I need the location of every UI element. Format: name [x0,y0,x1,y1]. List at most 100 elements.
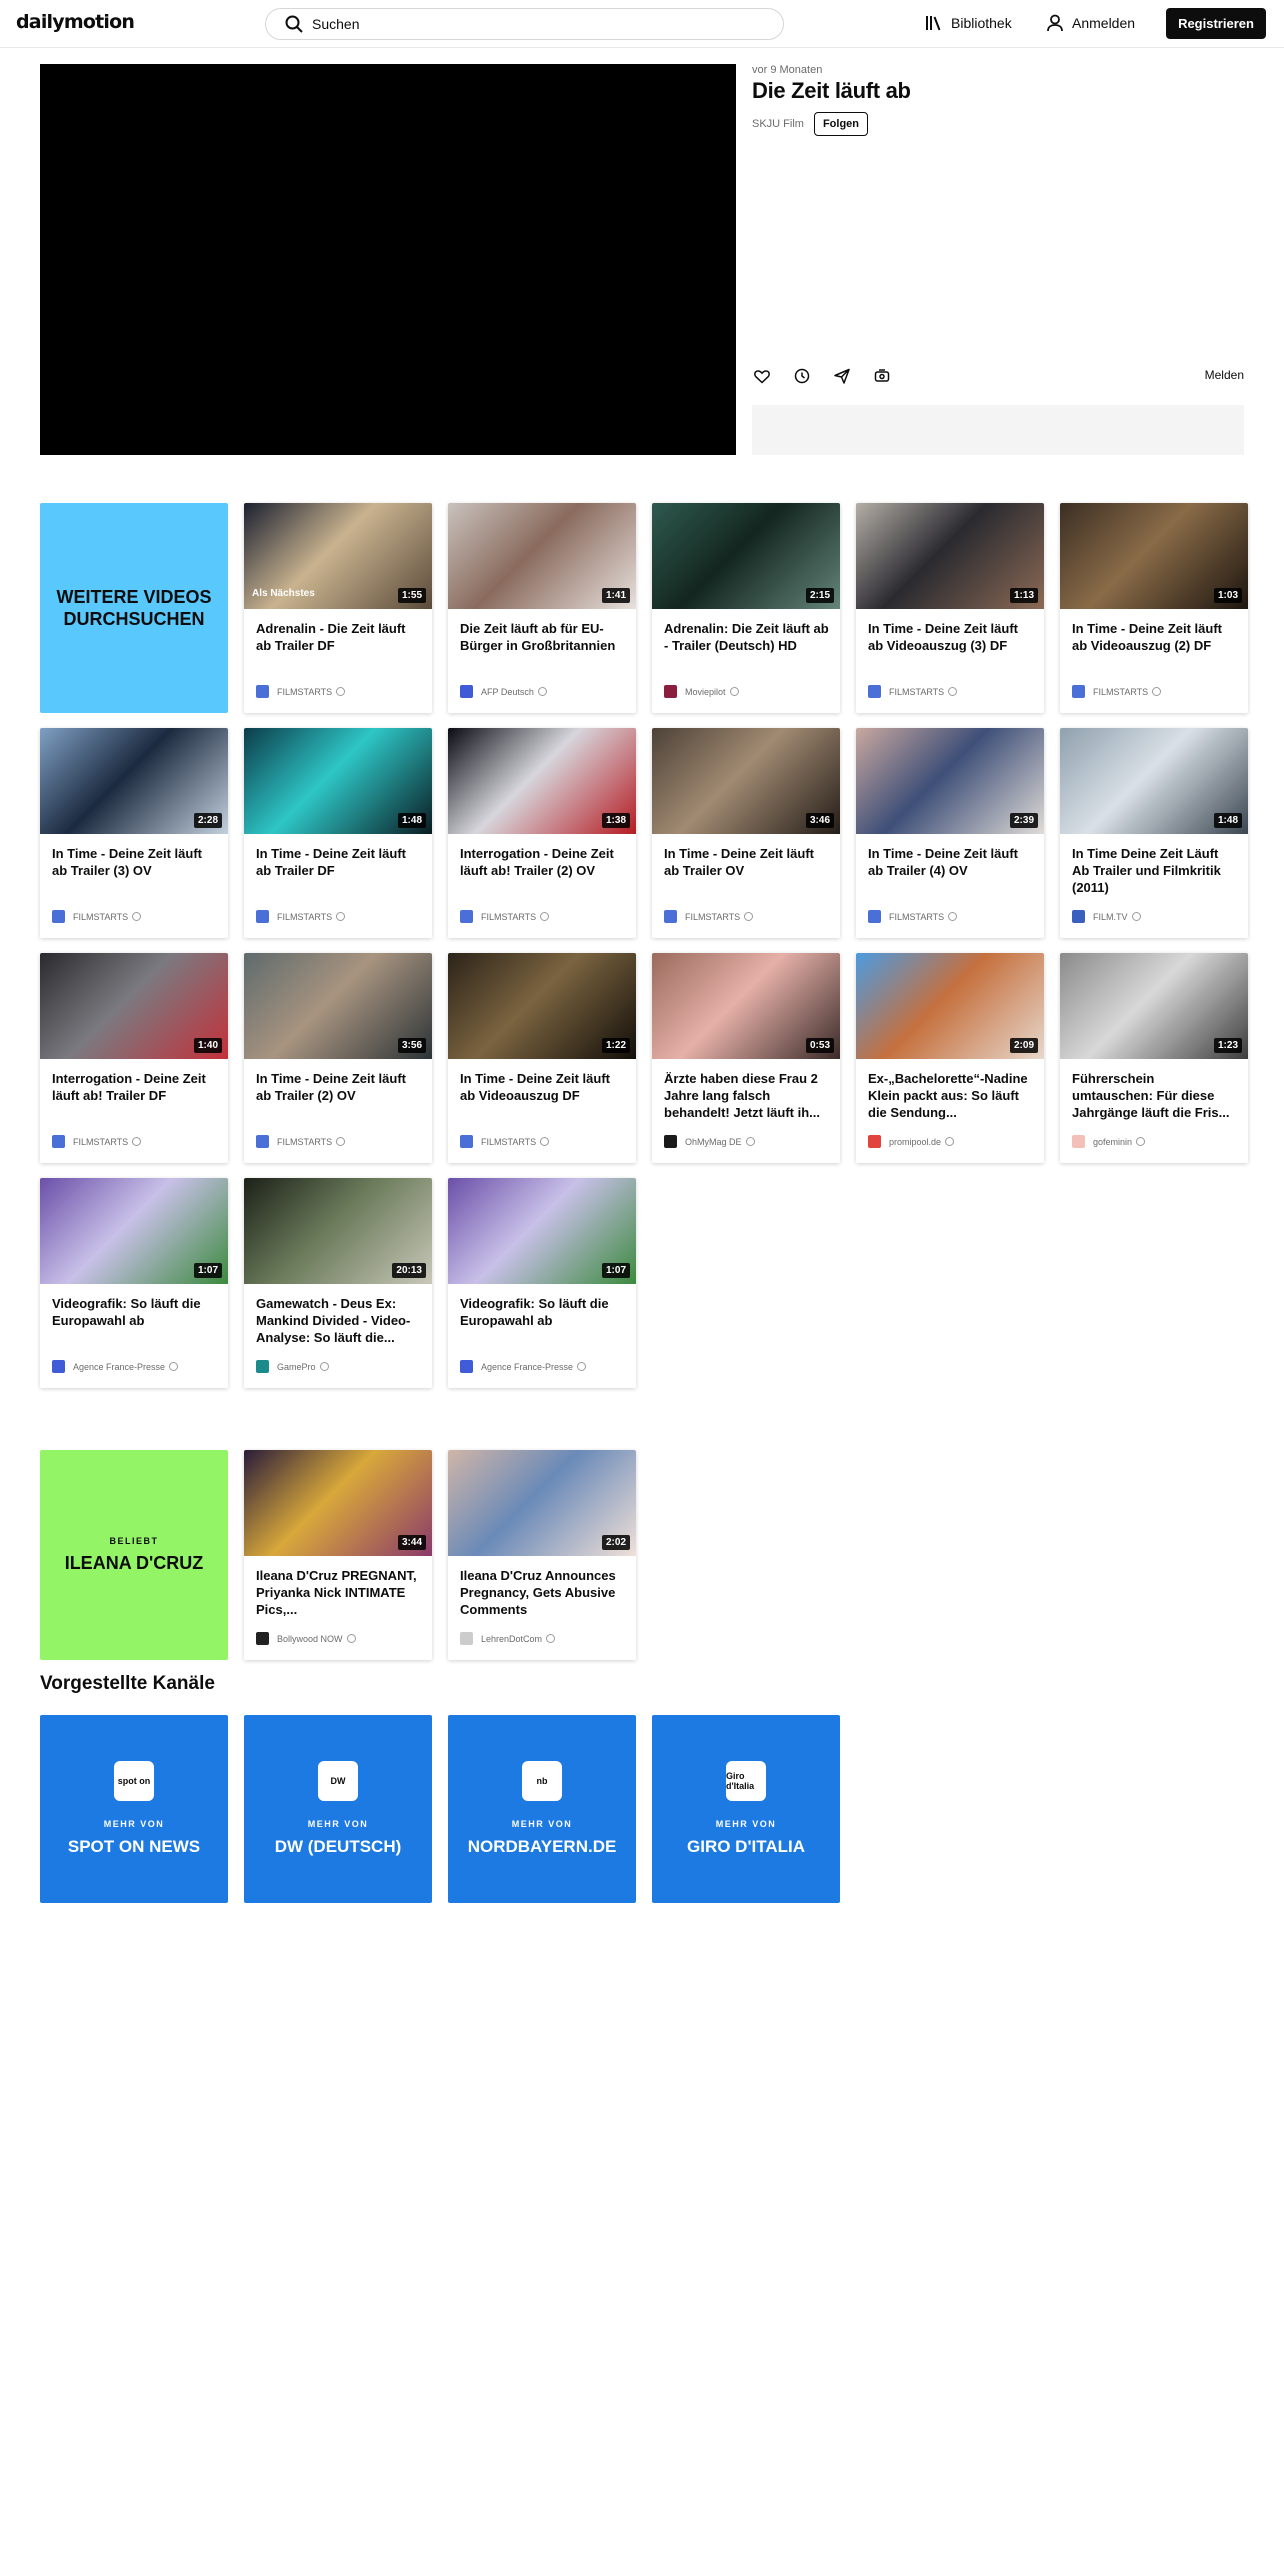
video-title[interactable]: Ex-„Bachelorette“-Nadine Klein packt aus… [868,1070,1034,1121]
video-card[interactable]: 1:23 Führerschein umtauschen: Für diese J… [1060,953,1248,1163]
featured-channel-card[interactable]: spot on MEHR VON SPOT ON NEWS [40,1715,228,1903]
video-thumbnail[interactable]: 1:40 [40,953,228,1059]
video-thumbnail[interactable]: 2:28 [40,728,228,834]
video-title[interactable]: In Time - Deine Zeit läuft ab Videoauszu… [460,1070,626,1104]
video-title[interactable]: Ärzte haben diese Frau 2 Jahre lang fals… [664,1070,830,1121]
video-title[interactable]: Videografik: So läuft die Europawahl ab [460,1295,626,1329]
login-button[interactable]: Anmelden [1045,13,1135,33]
video-card[interactable]: 1:41 Die Zeit läuft ab für EU-Bürger in G… [448,503,636,713]
video-thumbnail[interactable]: 0:53 [652,953,840,1059]
video-title[interactable]: Interrogation - Deine Zeit läuft ab! Tra… [460,845,626,879]
channel-info[interactable]: FILMSTARTS [256,910,346,923]
dailymotion-logo[interactable]: dailymotion [16,11,135,33]
video-thumbnail[interactable]: 1:23 [1060,953,1248,1059]
video-title[interactable]: Gamewatch - Deus Ex: Mankind Divided - V… [256,1295,422,1346]
channel-info[interactable]: GamePro [256,1360,329,1373]
video-thumbnail[interactable]: 1:48 [244,728,432,834]
video-thumbnail[interactable]: 1:48 [1060,728,1248,834]
video-card[interactable]: 3:56 In Time - Deine Zeit läuft ab Traile… [244,953,432,1163]
video-thumbnail[interactable]: 1:41 [448,503,636,609]
channel-info[interactable]: FILMSTARTS [52,1135,142,1148]
video-card[interactable]: 1:48 In Time - Deine Zeit läuft ab Traile… [244,728,432,938]
video-title[interactable]: Videografik: So läuft die Europawahl ab [52,1295,218,1329]
video-card[interactable]: 20:13 Gamewatch - Deus Ex: Mankind Divide… [244,1178,432,1388]
video-title[interactable]: In Time - Deine Zeit läuft ab Trailer DF [256,845,422,879]
video-card[interactable]: 3:44 Ileana D'Cruz PREGNANT, Priyanka Nic… [244,1450,432,1660]
search-bar[interactable]: Suchen [265,8,784,40]
video-title[interactable]: Führerschein umtauschen: Für diese Jahrg… [1072,1070,1238,1121]
channel-info[interactable]: AFP Deutsch [460,685,547,698]
video-thumbnail[interactable]: 2:15 [652,503,840,609]
video-thumbnail[interactable]: 1:38 [448,728,636,834]
channel-info[interactable]: OhMyMag DE [664,1135,755,1148]
video-title[interactable]: In Time Deine Zeit Läuft Ab Trailer und … [1072,845,1238,896]
video-card[interactable]: 1:48 In Time Deine Zeit Läuft Ab Trailer … [1060,728,1248,938]
video-card[interactable]: 2:39 In Time - Deine Zeit läuft ab Traile… [856,728,1044,938]
video-player[interactable] [40,64,736,455]
search-input[interactable]: Suchen [312,16,359,32]
video-card[interactable]: 1:38 Interrogation - Deine Zeit läuft ab!… [448,728,636,938]
video-thumbnail[interactable]: 1:07 [40,1178,228,1284]
channel-info[interactable]: FILMSTARTS [460,1135,550,1148]
video-thumbnail[interactable]: 1:03 [1060,503,1248,609]
popular-tile[interactable]: BELIEBT ILEANA D'CRUZ [40,1450,228,1660]
channel-info[interactable]: Bollywood NOW [256,1632,356,1645]
video-thumbnail[interactable]: 3:56 [244,953,432,1059]
channel-info[interactable]: FILMSTARTS [460,910,550,923]
channel-info[interactable]: gofeminin [1072,1135,1146,1148]
video-card[interactable]: 1:22 In Time - Deine Zeit läuft ab Videoa… [448,953,636,1163]
channel-info[interactable]: Agence France-Presse [52,1360,179,1373]
video-title[interactable]: In Time - Deine Zeit läuft ab Videoauszu… [1072,620,1238,654]
heart-icon[interactable] [752,366,772,386]
video-title[interactable]: In Time - Deine Zeit läuft ab Videoauszu… [868,620,1034,654]
channel-info[interactable]: FILMSTARTS [1072,685,1162,698]
channel-name[interactable]: SKJU Film [752,118,804,130]
video-thumbnail[interactable]: 2:39 [856,728,1044,834]
channel-info[interactable]: FILMSTARTS [52,910,142,923]
video-thumbnail[interactable]: 3:44 [244,1450,432,1556]
video-card[interactable]: 1:40 Interrogation - Deine Zeit läuft ab!… [40,953,228,1163]
channel-info[interactable]: FILMSTARTS [868,910,958,923]
video-card[interactable]: 2:28 In Time - Deine Zeit läuft ab Traile… [40,728,228,938]
video-card[interactable]: 0:53 Ärzte haben diese Frau 2 Jahre lang … [652,953,840,1163]
channel-info[interactable]: FILMSTARTS [868,685,958,698]
channel-info[interactable]: Moviepilot [664,685,739,698]
embed-icon[interactable] [872,366,892,386]
video-title[interactable]: Ileana D'Cruz Announces Pregnancy, Gets … [460,1567,626,1618]
featured-channel-card[interactable]: Giro d'Italia MEHR VON GIRO D'ITALIA [652,1715,840,1903]
register-button[interactable]: Registrieren [1166,8,1266,39]
video-title[interactable]: In Time - Deine Zeit läuft ab Trailer (2… [256,1070,422,1104]
video-title[interactable]: In Time - Deine Zeit läuft ab Trailer OV [664,845,830,879]
video-thumbnail[interactable]: 3:46 [652,728,840,834]
video-thumbnail[interactable]: 1:55 Als Nächstes [244,503,432,609]
video-card[interactable]: 2:09 Ex-„Bachelorette“-Nadine Klein packt… [856,953,1044,1163]
featured-channel-card[interactable]: nb MEHR VON NORDBAYERN.DE [448,1715,636,1903]
video-card[interactable]: 2:15 Adrenalin: Die Zeit läuft ab - Trail… [652,503,840,713]
channel-info[interactable]: promipool.de [868,1135,955,1148]
browse-more-tile[interactable]: WEITERE VIDEOS DURCHSUCHEN [40,503,228,713]
follow-button[interactable]: Folgen [813,112,869,136]
report-button[interactable]: Melden [1205,368,1244,382]
video-card[interactable]: 1:03 In Time - Deine Zeit läuft ab Videoa… [1060,503,1248,713]
video-title[interactable]: Die Zeit läuft ab für EU-Bürger in Großb… [460,620,626,654]
video-thumbnail[interactable]: 1:07 [448,1178,636,1284]
video-card[interactable]: 1:07 Videografik: So läuft die Europawahl… [448,1178,636,1388]
video-title[interactable]: In Time - Deine Zeit läuft ab Trailer (4… [868,845,1034,879]
video-title[interactable]: In Time - Deine Zeit läuft ab Trailer (3… [52,845,218,879]
channel-info[interactable]: Agence France-Presse [460,1360,587,1373]
video-thumbnail[interactable]: 20:13 [244,1178,432,1284]
video-thumbnail[interactable]: 2:02 [448,1450,636,1556]
share-icon[interactable] [832,366,852,386]
channel-info[interactable]: FILM.TV [1072,910,1141,923]
video-title[interactable]: Adrenalin: Die Zeit läuft ab - Trailer (… [664,620,830,654]
video-card[interactable]: 1:13 In Time - Deine Zeit läuft ab Videoa… [856,503,1044,713]
video-card[interactable]: 1:07 Videografik: So läuft die Europawahl… [40,1178,228,1388]
video-card[interactable]: 3:46 In Time - Deine Zeit läuft ab Traile… [652,728,840,938]
video-card[interactable]: 2:02 Ileana D'Cruz Announces Pregnancy, G… [448,1450,636,1660]
video-thumbnail[interactable]: 2:09 [856,953,1044,1059]
video-title[interactable]: Adrenalin - Die Zeit läuft ab Trailer DF [256,620,422,654]
video-thumbnail[interactable]: 1:22 [448,953,636,1059]
channel-info[interactable]: LehrenDotCom [460,1632,556,1645]
library-button[interactable]: Bibliothek [924,13,1012,33]
video-card[interactable]: 1:55 Als Nächstes Adrenalin - Die Zeit läu… [244,503,432,713]
